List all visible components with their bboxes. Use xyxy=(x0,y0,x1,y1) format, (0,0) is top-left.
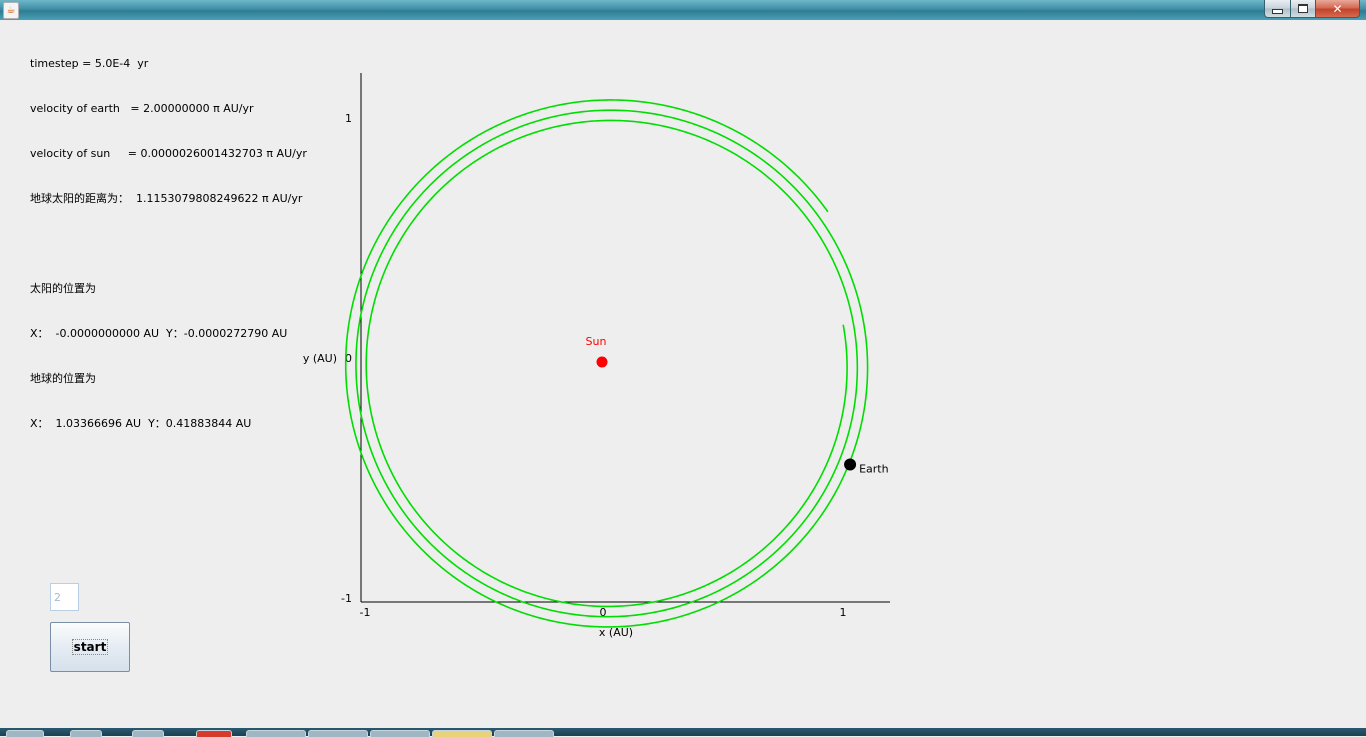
earth-label: Earth xyxy=(859,463,889,476)
x-tick-label: -1 xyxy=(360,606,371,619)
sun-marker xyxy=(596,356,608,368)
x-tick-label: 1 xyxy=(840,606,847,619)
count-input[interactable] xyxy=(50,583,79,611)
y-tick-label: 1 xyxy=(345,112,352,125)
x-axis-label: x (AU) xyxy=(599,626,633,639)
y-axis-label: y (AU) xyxy=(303,352,337,365)
orbit-plot: -1 0 110-1x (AU)y (AU)SunEarth xyxy=(303,73,890,639)
start-button-label: start xyxy=(71,639,109,655)
earth-marker xyxy=(844,458,857,471)
y-tick-label: -1 xyxy=(341,592,352,605)
start-button[interactable]: start xyxy=(50,622,130,672)
sun-label: Sun xyxy=(586,335,607,348)
